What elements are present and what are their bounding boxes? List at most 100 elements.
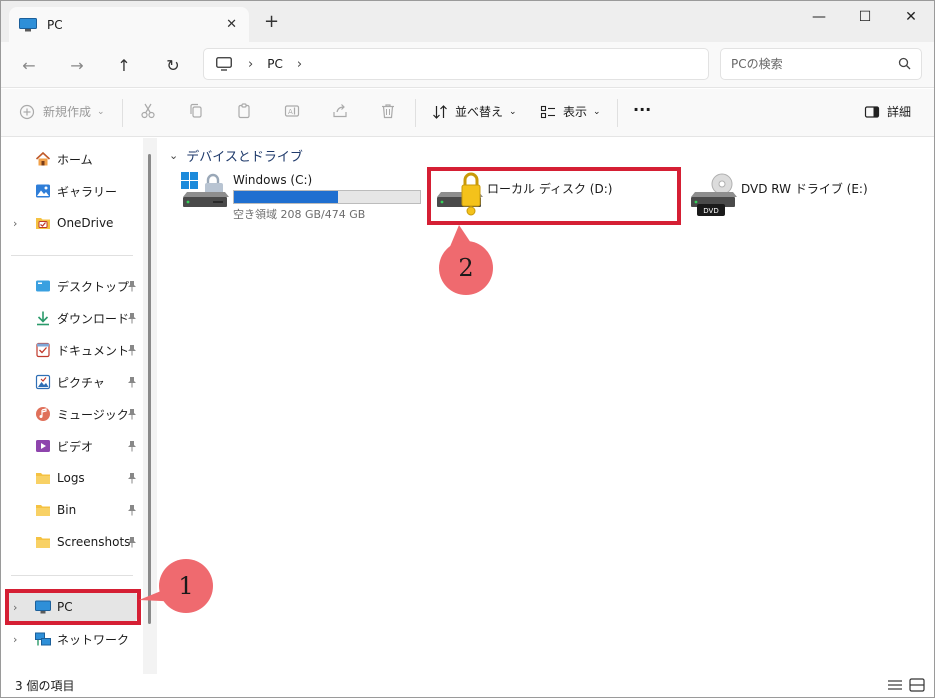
share-button[interactable] [332, 103, 348, 119]
drive-e[interactable]: DVD DVD RW ドライブ (E:) [689, 172, 889, 222]
sidebar-item-home[interactable]: ホーム [1, 144, 147, 174]
chevron-right-icon[interactable]: › [13, 633, 17, 646]
pin-icon[interactable] [127, 536, 137, 548]
drive-c[interactable]: Windows (C:) 空き領域 208 GB/474 GB [181, 172, 423, 222]
divider [122, 99, 123, 127]
sidebar-item-bin[interactable]: Bin [1, 495, 147, 525]
annotation-badge-1: 1 [159, 559, 213, 613]
drive-usage-bar [233, 190, 421, 204]
sidebar-item-label: Bin [57, 503, 77, 517]
address-bar[interactable]: › PC › [203, 48, 709, 80]
sidebar-item-documents[interactable]: ドキュメント [1, 335, 147, 365]
sidebar-item-label: ホーム [57, 152, 93, 167]
sidebar-item-downloads[interactable]: ダウンロード [1, 303, 147, 333]
pictures-icon [35, 374, 51, 390]
rename-icon: A [284, 105, 300, 117]
sidebar-item-pictures[interactable]: ピクチャ [1, 367, 147, 397]
dvd-label: DVD [703, 207, 718, 215]
videos-icon [36, 440, 50, 452]
pin-icon[interactable] [127, 376, 137, 388]
sidebar-item-desktop[interactable]: デスクトップ [1, 271, 147, 301]
refresh-button[interactable]: ↻ [162, 54, 184, 76]
drive-name: Windows (C:) [233, 173, 313, 187]
pin-icon[interactable] [127, 504, 137, 516]
sidebar-item-label: ドキュメント [57, 343, 130, 358]
breadcrumb-chevron-icon[interactable]: › [248, 57, 253, 72]
up-button[interactable]: ↑ [113, 54, 135, 76]
pin-icon[interactable] [127, 312, 137, 324]
sidebar-item-network[interactable]: › ネットワーク [1, 624, 147, 654]
folder-icon [36, 537, 50, 548]
sidebar-item-label: Screenshots [57, 535, 131, 549]
onedrive-folder-icon [36, 218, 50, 229]
pin-icon[interactable] [127, 280, 137, 292]
status-bar: 3 個の項目 [1, 674, 934, 697]
sidebar-item-screenshots[interactable]: Screenshots [1, 527, 147, 557]
minimize-button[interactable]: — [796, 1, 842, 33]
scissors-icon [141, 103, 155, 119]
more-options-button[interactable]: ··· [633, 100, 651, 119]
divider [617, 99, 618, 127]
copy-button[interactable] [188, 103, 204, 119]
network-icon [35, 632, 51, 646]
tab-pc[interactable]: PC ✕ [9, 7, 249, 42]
sidebar-item-music[interactable]: ミュージック [1, 399, 147, 429]
sort-button[interactable]: 並べ替え ⌄ [432, 103, 517, 120]
sort-icon [433, 104, 447, 119]
divider [11, 575, 133, 576]
sidebar-item-logs[interactable]: Logs [1, 463, 147, 493]
command-bar: 新規作成 ⌄ A 並べ替え ⌄ 表示 ⌄ ··· 詳細 [1, 89, 934, 137]
sidebar-item-label: OneDrive [57, 216, 114, 230]
pin-icon[interactable] [127, 472, 137, 484]
tab-title: PC [47, 17, 63, 32]
close-button[interactable]: ✕ [888, 1, 934, 33]
scrollbar-thumb[interactable] [148, 154, 151, 624]
computer-icon [216, 57, 232, 71]
paste-button[interactable] [236, 103, 252, 119]
group-header-devices[interactable]: ⌄ デバイスとドライブ [169, 146, 303, 165]
maximize-button[interactable]: ☐ [842, 1, 888, 33]
chevron-down-icon[interactable]: ⌄ [169, 149, 178, 162]
new-button[interactable]: 新規作成 ⌄ [19, 103, 105, 120]
tab-close-icon[interactable]: ✕ [226, 17, 237, 32]
details-button[interactable]: 詳細 [864, 103, 911, 120]
sidebar-item-gallery[interactable]: ギャラリー [1, 176, 147, 206]
drive-free-space: 空き領域 208 GB/474 GB [233, 208, 366, 221]
svg-text:A: A [288, 108, 293, 116]
delete-button[interactable] [380, 103, 396, 119]
drive-usage-fill [234, 191, 338, 203]
windows-drive-icon [181, 172, 229, 207]
details-view-icon[interactable] [886, 677, 904, 693]
sidebar-item-videos[interactable]: ビデオ [1, 431, 147, 461]
plus-circle-icon [19, 104, 35, 119]
sidebar-item-label: ギャラリー [57, 184, 118, 199]
pin-icon[interactable] [127, 440, 137, 452]
forward-button[interactable]: → [66, 54, 88, 76]
details-label: 詳細 [887, 105, 912, 119]
new-label: 新規作成 [43, 105, 92, 119]
search-input[interactable] [731, 57, 881, 71]
breadcrumb-pc[interactable]: PC [267, 57, 283, 71]
rename-button[interactable]: A [284, 103, 300, 119]
navigation-bar: ← → ↑ ↻ › PC › [1, 42, 934, 88]
view-label: 表示 [563, 105, 588, 119]
sidebar-item-label: デスクトップ [57, 279, 130, 294]
tiles-view-icon[interactable] [908, 677, 926, 693]
chevron-down-icon: ⌄ [509, 106, 517, 117]
pin-icon[interactable] [127, 408, 137, 420]
breadcrumb-chevron-icon[interactable]: › [297, 57, 302, 72]
cut-button[interactable] [140, 103, 156, 119]
sidebar-item-label: ピクチャ [57, 375, 105, 390]
item-count: 3 個の項目 [15, 679, 75, 693]
sort-label: 並べ替え [455, 105, 504, 119]
dvd-drive-icon: DVD [691, 173, 737, 216]
back-button[interactable]: ← [18, 54, 40, 76]
desktop-icon [36, 280, 50, 292]
sidebar-item-onedrive[interactable]: › OneDrive [1, 208, 147, 238]
pc-icon [19, 17, 37, 31]
new-tab-button[interactable]: + [264, 13, 279, 31]
pin-icon[interactable] [127, 344, 137, 356]
view-button[interactable]: 表示 ⌄ [540, 103, 601, 120]
search-box[interactable] [720, 48, 922, 80]
chevron-right-icon[interactable]: › [13, 217, 17, 230]
